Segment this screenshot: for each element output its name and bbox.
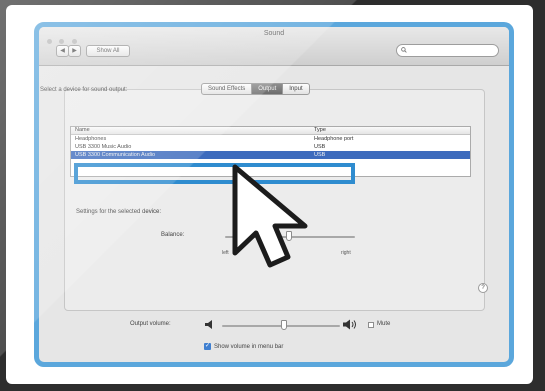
settings-heading: Settings for the selected device: [76,209,162,215]
forward-button[interactable]: ▶ [68,45,81,57]
table-row-selected[interactable]: USB 3300 Communication Audio USB [71,151,470,159]
minimize-window-button[interactable] [59,39,65,44]
zoom-window-button[interactable] [71,39,77,44]
show-all-button[interactable]: Show All [86,45,130,57]
tab-input[interactable]: Input [282,83,310,95]
device-type: USB [314,144,326,150]
table-row[interactable]: USB 3300 Music Audio USB [71,143,470,151]
menu-bar-checkbox[interactable]: ✓ [204,343,211,350]
column-header-type[interactable]: Type [314,127,326,134]
output-volume-label: Output volume: [130,321,171,327]
balance-left-label: left [222,250,229,256]
close-window-button[interactable] [47,39,52,44]
device-type: USB [314,152,326,158]
balance-right-label: right [341,250,351,256]
speaker-high-icon [343,319,356,330]
table-row[interactable]: Headphones Headphone port [71,135,470,143]
menu-bar-option-label: Show volume in menu bar [214,344,284,350]
search-icon [401,47,407,53]
tab-sound-effects[interactable]: Sound Effects [201,83,253,95]
tab-output[interactable]: Output [251,83,284,95]
device-name: USB 3300 Communication Audio [75,152,156,158]
table-header: Name Type [71,127,470,135]
search-field[interactable] [396,44,499,57]
mouse-pointer-icon [232,164,308,268]
window-title: Sound [263,30,285,37]
device-name: Headphones [75,136,107,142]
help-button[interactable]: ? [478,283,488,293]
device-name: USB 3300 Music Audio [75,144,132,150]
checkmark-icon: ✓ [204,343,211,349]
title-bar: Sound ◀ ▶ Show All [39,27,509,66]
mute-label: Mute [377,321,391,327]
column-header-name[interactable]: Name [75,127,90,134]
output-volume-knob[interactable] [281,320,287,330]
balance-label: Balance: [161,232,185,238]
mute-checkbox[interactable] [368,322,374,328]
device-list-heading: Select a device for sound output: [40,87,128,93]
device-type: Headphone port [314,136,354,142]
speaker-low-icon [205,320,212,329]
tab-bar: Sound Effects Output Input [201,83,310,95]
